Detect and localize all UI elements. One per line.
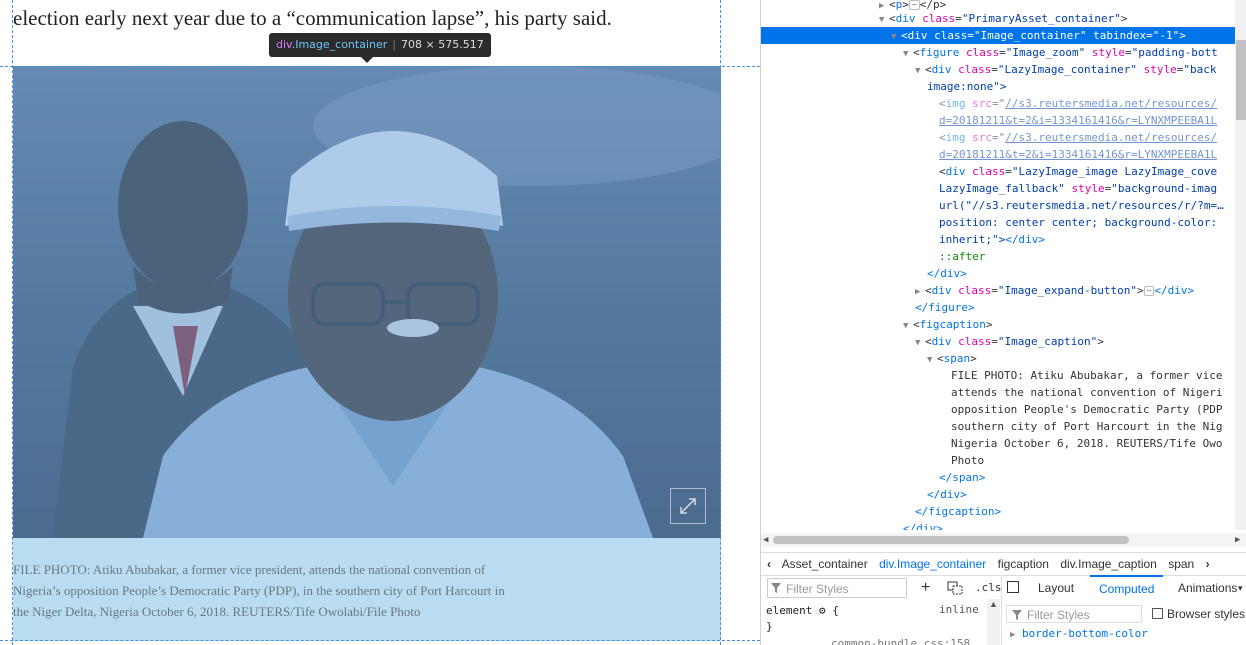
markup-text: position: center center; background-colo…	[939, 216, 1218, 229]
tooltip-tag: div	[276, 38, 292, 51]
stylesheet-source-link[interactable]: common-bundle.css:158	[831, 637, 970, 645]
markup-hscroll-thumb[interactable]	[773, 536, 1129, 544]
image-caption: FILE PHOTO: Atiku Abubakar, a former vic…	[13, 562, 505, 619]
rule-brace-open: {	[832, 604, 839, 617]
markup-text: FILE PHOTO: Atiku Abubakar, a former vic…	[951, 369, 1223, 382]
markup-view[interactable]: ▶ <p> ⋯ </p> ▼ <div class="PrimaryAsset_cont…	[761, 0, 1235, 530]
computed-property-row[interactable]: ▶ border-bottom-color	[1010, 627, 1148, 640]
markup-text: LazyImage_fallback" style="background-im…	[939, 182, 1218, 195]
markup-node[interactable]: <div class="LazyImage_image LazyImage_co…	[761, 163, 1235, 180]
markup-node[interactable]: ▶ <div class="Image_expand-button"> ⋯ </div…	[761, 282, 1235, 299]
guide-line-left	[12, 0, 13, 645]
markup-text: attends the national convention of Niger…	[951, 386, 1223, 399]
markup-text: url("//s3.reutersmedia.net/resources/r/?…	[939, 199, 1224, 212]
markup-text: inherit;"></div>	[939, 233, 1045, 246]
article-text-line: election early next year due to a “commu…	[13, 6, 612, 30]
tooltip-class: .Image_container	[291, 38, 388, 51]
markup-text: image:none">	[927, 80, 1007, 93]
computed-filter-input[interactable]: Filter Styles	[1006, 605, 1142, 623]
devtools-panel: ▶ <p> ⋯ </p> ▼ <div class="PrimaryAsset_cont…	[760, 0, 1246, 645]
guide-line-right	[720, 0, 721, 645]
breadcrumb-item[interactable]: div.Image_caption	[1060, 557, 1157, 571]
markup-node[interactable]: ▼ <figcaption>	[761, 316, 1235, 333]
tooltip-size: 708 × 575.517	[401, 38, 484, 51]
element-picker-icon[interactable]	[947, 581, 963, 595]
cls-toggle-button[interactable]: .cls	[975, 581, 1002, 594]
breadcrumb: ‹ Asset_container div.Image_container fi…	[761, 552, 1246, 576]
markup-close: </span>	[939, 471, 986, 484]
markup-text: d=20181211&t=2&i=1334161416&r=LYNXMPEEBA…	[939, 114, 1218, 127]
markup-node[interactable]: <img src="//s3.reutersmedia.net/resource…	[761, 129, 1235, 146]
markup-scroll-thumb[interactable]	[1236, 40, 1246, 120]
guide-line-bottom	[0, 640, 760, 641]
markup-close: </div>	[903, 522, 943, 530]
breadcrumb-item[interactable]: Asset_container	[782, 557, 868, 571]
tab-layout[interactable]: Layout	[1038, 575, 1074, 601]
computed-pane: Layout Computed Animations ▾ Filter Styl…	[1002, 575, 1246, 645]
filter-icon	[1012, 610, 1022, 620]
page-content: election early next year due to a “commu…	[0, 0, 760, 645]
guide-line-top	[0, 66, 760, 67]
gear-icon[interactable]: ⚙	[819, 604, 826, 617]
scroll-left-icon[interactable]: ◀	[763, 533, 768, 547]
tab-animations[interactable]: Animations	[1178, 575, 1237, 601]
computed-property-name: border-bottom-color	[1022, 627, 1148, 640]
add-rule-button[interactable]: +	[921, 578, 930, 598]
inline-source-label: inline	[939, 603, 979, 616]
scroll-right-icon[interactable]: ▶	[1235, 533, 1240, 547]
markup-node[interactable]: ▼ <figure class="Image_zoom" style="paddi…	[761, 44, 1235, 61]
breadcrumb-item[interactable]: div.Image_container	[879, 557, 986, 571]
markup-node[interactable]: ▼ <div class="Image_caption">	[761, 333, 1235, 350]
expand-icon	[680, 498, 696, 514]
tabs-overflow-icon[interactable]: ▾	[1238, 575, 1243, 601]
markup-node[interactable]: <img src="//s3.reutersmedia.net/resource…	[761, 95, 1235, 112]
element-tooltip: div.Image_container | 708 × 575.517	[269, 33, 491, 63]
markup-node[interactable]: ▼ <span>	[761, 350, 1235, 367]
markup-node[interactable]: ▼ <div class="PrimaryAsset_container">	[761, 10, 1235, 27]
markup-text: opposition People's Democratic Party (PD…	[951, 403, 1223, 416]
breadcrumb-item[interactable]: figcaption	[998, 557, 1049, 571]
image-expand-button[interactable]	[670, 488, 706, 524]
markup-node[interactable]: ▼ <div class="LazyImage_container" style=…	[761, 61, 1235, 78]
browser-styles-checkbox[interactable]: Browser styles	[1152, 605, 1245, 623]
rule-brace-close: }	[766, 620, 773, 633]
element-selector: element	[766, 604, 813, 617]
markup-close: </figure>	[915, 301, 975, 314]
breadcrumb-item[interactable]: span	[1168, 557, 1194, 571]
markup-text: Photo	[951, 454, 985, 467]
rules-scroll-up-icon[interactable]: ▲	[987, 599, 1000, 645]
markup-close: </div>	[927, 267, 967, 280]
checkbox-box[interactable]	[1152, 608, 1163, 619]
element-rule: element ⚙ { }	[766, 603, 839, 635]
tab-computed[interactable]: Computed	[1090, 575, 1164, 603]
markup-pseudo[interactable]: ::after	[761, 248, 1235, 265]
markup-text: southern city of Port Harcourt in the Ni…	[951, 420, 1223, 433]
markup-close: </figcaption>	[915, 505, 1002, 518]
filter-styles-input[interactable]: Filter Styles	[767, 578, 907, 598]
markup-text: Nigeria October 6, 2018. REUTERS/Tife Ow…	[951, 437, 1223, 450]
markup-text: d=20181211&t=2&i=1334161416&r=LYNXMPEEBA…	[939, 148, 1218, 161]
sidebar-toggle-icon[interactable]	[1007, 581, 1019, 593]
rules-pane: Filter Styles + .cls element ⚙ { } inlin…	[761, 575, 1002, 645]
markup-node-selected[interactable]: ▼ <div class="Image_container" tabindex="…	[761, 27, 1235, 44]
breadcrumb-back-icon[interactable]: ‹	[767, 557, 771, 571]
expand-arrow-icon[interactable]: ▶	[1010, 630, 1015, 640]
breadcrumb-forward-icon[interactable]: ›	[1206, 557, 1210, 571]
browser-styles-label: Browser styles	[1167, 607, 1246, 621]
markup-close: </div>	[927, 488, 967, 501]
